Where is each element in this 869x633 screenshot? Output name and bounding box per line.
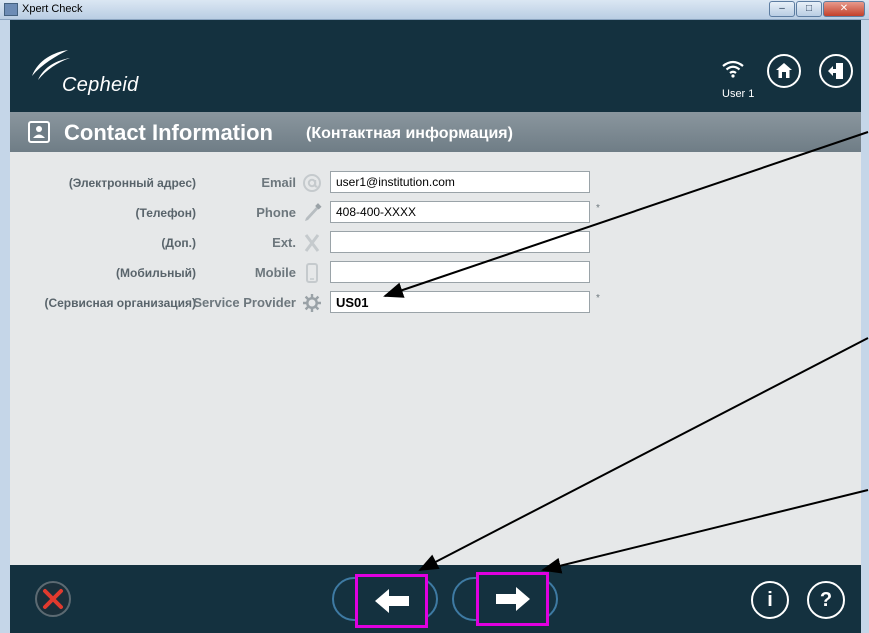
- arrow-left-icon: [374, 589, 409, 613]
- at-icon: [303, 174, 321, 192]
- app-header: Cepheid User 1: [10, 20, 861, 112]
- window-titlebar: Xpert Check – □ ✕: [0, 0, 869, 20]
- email-field[interactable]: [330, 171, 590, 193]
- page-title: Contact Information: [64, 120, 273, 145]
- section-title-bar: Contact Information (Контактная информац…: [10, 112, 861, 152]
- phone-label: Phone: [256, 205, 296, 220]
- cancel-x-icon: [43, 589, 63, 609]
- cancel-button[interactable]: [35, 581, 71, 617]
- window-frame-left: [0, 20, 10, 633]
- ext-field[interactable]: [330, 231, 590, 253]
- mobile-icon: [306, 263, 318, 283]
- email-label-ru: (Электронный адрес): [68, 176, 196, 190]
- phone-field[interactable]: [330, 201, 590, 223]
- cepheid-logo: Cepheid: [28, 42, 168, 98]
- help-icon: ?: [819, 589, 833, 611]
- ext-label: Ext.: [272, 235, 296, 250]
- footer-bar: i ?: [10, 565, 861, 633]
- info-icon: i: [767, 589, 773, 611]
- help-button[interactable]: ?: [807, 581, 845, 619]
- window-close-button[interactable]: ✕: [823, 1, 865, 17]
- phone-row: (Телефон) Phone *: [10, 201, 861, 225]
- logout-icon: [828, 63, 843, 79]
- mobile-field[interactable]: [330, 261, 590, 283]
- gear-icon: [303, 294, 321, 312]
- minimize-button[interactable]: –: [769, 1, 795, 17]
- contact-card-glyph: [33, 126, 45, 138]
- home-icon: [776, 63, 792, 78]
- service-provider-row: (Сервисная организация) Service Provider…: [10, 291, 861, 315]
- ext-x-icon: [304, 234, 320, 252]
- phone-label-ru: (Телефон): [135, 206, 196, 220]
- email-row: (Электронный адрес) Email: [10, 171, 861, 195]
- arrow-right-icon: [495, 587, 530, 611]
- phone-required-mark: *: [596, 203, 600, 214]
- email-label: Email: [261, 175, 296, 190]
- current-user: User 1: [722, 88, 755, 100]
- wifi-icon: [722, 60, 744, 78]
- mobile-label: Mobile: [254, 265, 296, 280]
- maximize-button[interactable]: □: [796, 1, 822, 17]
- service-provider-field[interactable]: [330, 291, 590, 313]
- home-button[interactable]: [767, 54, 801, 88]
- window-frame-right: [861, 20, 869, 633]
- logo-text: Cepheid: [62, 74, 139, 96]
- page-title-ru: (Контактная информация): [306, 125, 513, 142]
- service-provider-label: Service Provider: [193, 295, 296, 310]
- next-button[interactable]: [476, 572, 549, 626]
- logout-button[interactable]: [819, 54, 853, 88]
- back-button[interactable]: [355, 574, 428, 628]
- ext-label-ru: (Доп.): [161, 236, 196, 250]
- info-button[interactable]: i: [751, 581, 789, 619]
- app-icon: [4, 3, 18, 16]
- window-controls: – □ ✕: [768, 1, 865, 19]
- contact-form: (Электронный адрес) Email (Телефон) Phon…: [10, 152, 861, 565]
- phone-icon: [305, 203, 322, 221]
- service-provider-label-ru: (Сервисная организация): [44, 296, 196, 310]
- mobile-row: (Мобильный) Mobile: [10, 261, 861, 285]
- service-provider-required-mark: *: [596, 293, 600, 304]
- contact-card-icon: [28, 121, 50, 143]
- window-title: Xpert Check: [22, 3, 83, 15]
- mobile-label-ru: (Мобильный): [116, 266, 196, 280]
- ext-row: (Доп.) Ext.: [10, 231, 861, 255]
